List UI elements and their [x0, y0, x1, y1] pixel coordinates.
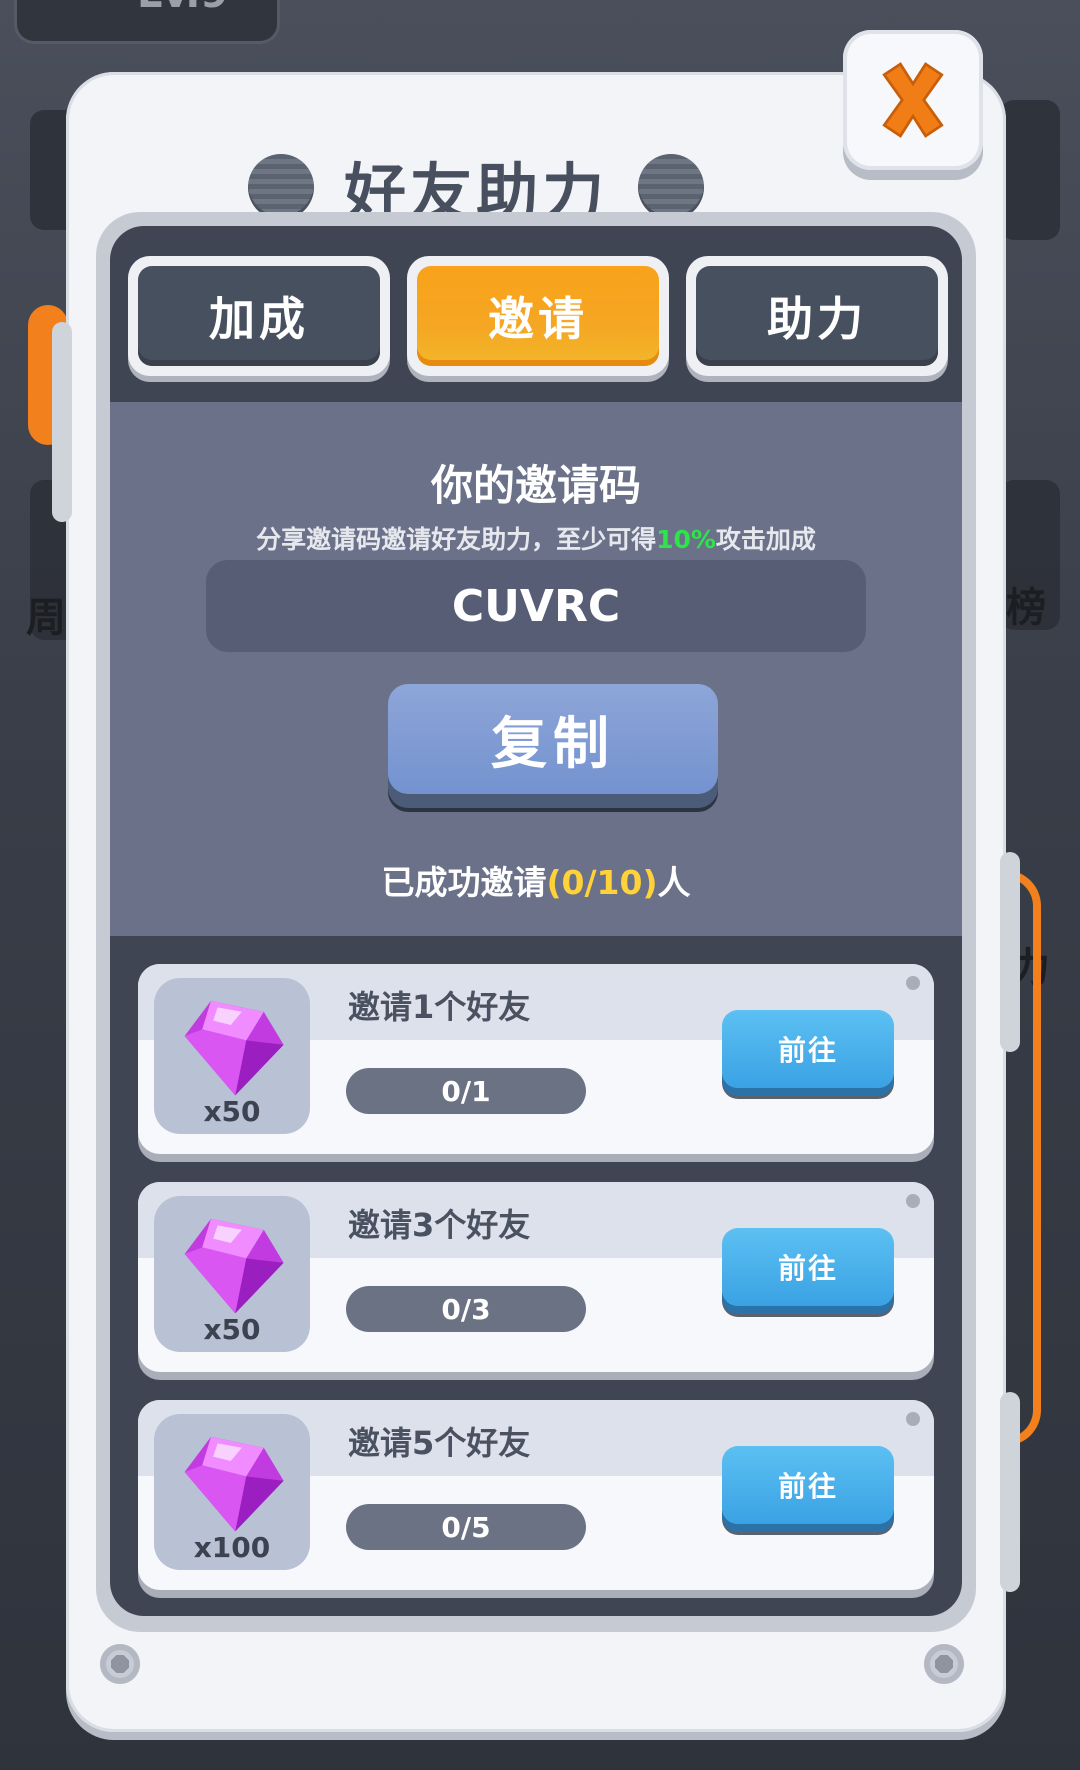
go-button[interactable]: 前往 [722, 1010, 894, 1088]
panel-hinge [1000, 852, 1020, 1052]
reward-amount: x50 [203, 1313, 261, 1346]
invite-code-title: 你的邀请码 [430, 461, 641, 510]
go-button[interactable]: 前往 [722, 1446, 894, 1524]
reward-item: x50 邀请3个好友 0/3 前往 [138, 1182, 934, 1372]
title-ornament-left [247, 154, 314, 220]
screw-icon [924, 1644, 964, 1684]
gem-icon [184, 1436, 284, 1532]
dialog-body: 加成 邀请 助力 你的邀请码 分享邀请码邀请好友助力，至少可得10%攻击加成 C… [110, 226, 962, 1616]
reward-title: 邀请1个好友 [348, 988, 531, 1026]
reward-amount: x50 [203, 1095, 261, 1128]
tab-invite[interactable]: 邀请 [407, 256, 669, 376]
invited-count-text: 已成功邀请(0/10)人 [110, 856, 962, 904]
panel-hinge [52, 322, 72, 522]
reward-amount: x100 [193, 1531, 271, 1564]
tab-assist[interactable]: 助力 [686, 256, 948, 376]
invite-code-section: 你的邀请码 分享邀请码邀请好友助力，至少可得10%攻击加成 CUVRC 复制 已… [110, 402, 962, 936]
tab-invite-label: 邀请 [417, 266, 659, 366]
invited-prefix: 已成功邀请 [381, 863, 547, 902]
gem-icon [184, 1218, 284, 1314]
reward-item: x50 邀请1个好友 0/1 前往 [138, 964, 934, 1154]
dialog-body-frame: 加成 邀请 助力 你的邀请码 分享邀请码邀请好友助力，至少可得10%攻击加成 C… [96, 212, 976, 1632]
reward-icon-box: x50 [154, 1196, 310, 1352]
reward-title: 邀请3个好友 [348, 1206, 531, 1244]
level-text: Lv.9 [137, 0, 228, 17]
reward-progress: 0/3 [346, 1286, 586, 1332]
reward-title: 邀请5个好友 [348, 1424, 531, 1462]
reward-item: x100 邀请5个好友 0/5 前往 [138, 1400, 934, 1590]
reward-icon-box: x50 [154, 978, 310, 1134]
bg-side-button [1000, 100, 1060, 240]
copy-button[interactable]: 复制 [388, 684, 718, 794]
title-ornament-right [638, 154, 704, 220]
desc-prefix: 分享邀请码邀请好友助力，至少可得 [256, 525, 657, 554]
pin-dot [906, 976, 920, 990]
reward-list: x50 邀请1个好友 0/1 前往 x50 邀请3个好友 0/3 前往 x100… [138, 964, 936, 1616]
tab-bonus-label: 加成 [138, 266, 380, 366]
close-icon [882, 62, 944, 138]
tab-bar: 加成 邀请 助力 [128, 256, 948, 376]
reward-icon-box: x100 [154, 1414, 310, 1570]
gem-icon [184, 1000, 284, 1096]
invited-count: (0/10) [546, 863, 658, 902]
panel-hinge [1000, 1392, 1020, 1592]
bg-side-label: 周 [26, 595, 66, 641]
screw-icon [100, 1644, 140, 1684]
pin-dot [906, 1412, 920, 1426]
reward-progress: 0/5 [346, 1504, 586, 1550]
friend-assist-dialog: 好友助力 加成 邀请 助力 你的邀请码 分享邀请码邀请好友助力，至少可得10%攻… [52, 72, 1020, 1732]
tab-assist-label: 助力 [696, 266, 938, 366]
go-button[interactable]: 前往 [722, 1228, 894, 1306]
reward-progress: 0/1 [346, 1068, 586, 1114]
invite-description: 分享邀请码邀请好友助力，至少可得10%攻击加成 [110, 520, 962, 556]
tab-bonus[interactable]: 加成 [128, 256, 390, 376]
close-button[interactable] [843, 30, 983, 170]
level-badge: Lv.9 [14, 0, 280, 44]
bg-side-label: 榜 [1006, 585, 1046, 631]
invite-code-field: CUVRC [206, 560, 866, 652]
invited-suffix: 人 [657, 863, 691, 902]
desc-suffix: 攻击加成 [715, 525, 816, 554]
desc-bonus-percent: 10% [656, 525, 716, 554]
pin-dot [906, 1194, 920, 1208]
